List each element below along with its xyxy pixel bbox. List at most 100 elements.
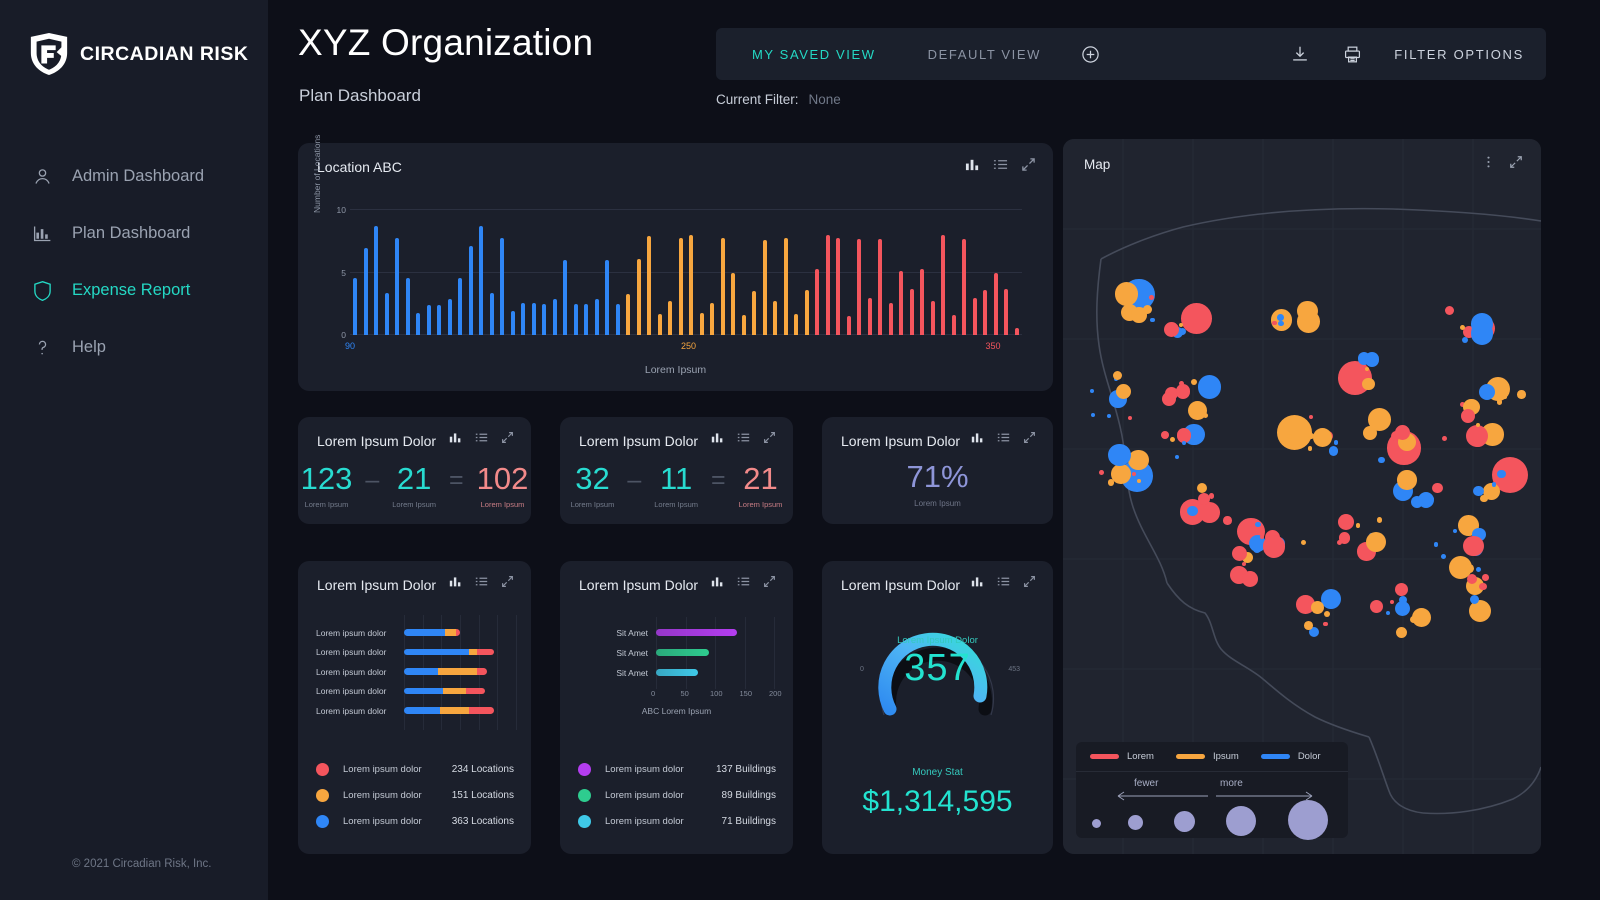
chart-bar[interactable] — [623, 210, 634, 335]
chart-bar[interactable] — [392, 210, 403, 335]
chart-bar[interactable] — [382, 210, 393, 335]
map-bubble[interactable] — [1307, 446, 1312, 451]
chart-bar[interactable] — [403, 210, 414, 335]
bar-row[interactable]: Sit Amet — [578, 623, 778, 643]
chart-bar[interactable] — [854, 210, 865, 335]
map-bubble[interactable] — [1397, 470, 1417, 490]
map-card[interactable]: Map Lorem Ipsum Dolor fewer more — [1063, 139, 1541, 854]
chart-bar[interactable] — [791, 210, 802, 335]
chart-bar[interactable] — [728, 210, 739, 335]
map-bubble[interactable] — [1478, 383, 1495, 401]
chart-bar[interactable] — [581, 210, 592, 335]
map-bubble[interactable] — [1410, 495, 1424, 508]
chart-bar[interactable] — [466, 210, 477, 335]
legend-item[interactable]: Lorem ipsum dolor 234 Locations — [316, 756, 514, 782]
chart-bar[interactable] — [434, 210, 445, 335]
tab-default-view[interactable]: DEFAULT VIEW — [928, 47, 1041, 62]
map-bubble[interactable] — [1197, 375, 1222, 399]
chart-bar[interactable] — [665, 210, 676, 335]
chart-bar[interactable] — [949, 210, 960, 335]
map-bubble[interactable] — [1127, 416, 1132, 421]
map-bubble[interactable] — [1460, 409, 1475, 424]
map-bubble[interactable] — [1161, 391, 1176, 406]
bar-row[interactable]: Lorem ipsum dolor — [316, 701, 516, 721]
chart-bar[interactable] — [613, 210, 624, 335]
chart-bar[interactable] — [938, 210, 949, 335]
chart-bar[interactable] — [875, 210, 886, 335]
expand-arrows-icon[interactable] — [1021, 157, 1036, 172]
map-bubble[interactable] — [1128, 449, 1149, 471]
expand-arrows-icon[interactable] — [501, 575, 514, 588]
chart-bar[interactable] — [970, 210, 981, 335]
filter-options-button[interactable]: FILTER OPTIONS — [1394, 47, 1524, 62]
map-bubble[interactable] — [1337, 514, 1354, 531]
map-bubble[interactable] — [1131, 472, 1136, 477]
bar-row[interactable]: Lorem ipsum dolor — [316, 662, 516, 682]
map-bubble[interactable] — [1242, 571, 1258, 588]
map-bubble[interactable] — [1389, 600, 1394, 605]
chart-bar[interactable] — [1001, 210, 1012, 335]
map-bubble[interactable] — [1321, 589, 1341, 609]
bar-chart-icon[interactable] — [965, 157, 980, 172]
map-bubble[interactable] — [1287, 433, 1292, 439]
chart-bar[interactable] — [350, 210, 361, 335]
map-bubble[interactable] — [1497, 469, 1506, 479]
map-bubble[interactable] — [1362, 377, 1375, 391]
bar-row[interactable]: Lorem ipsum dolor — [316, 623, 516, 643]
chart-bar[interactable] — [707, 210, 718, 335]
map-bubble[interactable] — [1255, 521, 1261, 528]
expand-arrows-icon[interactable] — [1023, 431, 1036, 444]
map-bubble[interactable] — [1223, 516, 1232, 525]
chart-bar[interactable] — [413, 210, 424, 335]
map-bubble[interactable] — [1148, 295, 1154, 301]
chart-bar[interactable] — [886, 210, 897, 335]
map-bubble[interactable] — [1164, 321, 1180, 337]
chart-bar[interactable] — [844, 210, 855, 335]
chart-bar[interactable] — [896, 210, 907, 335]
list-icon[interactable] — [997, 431, 1010, 444]
chart-bar[interactable] — [539, 210, 550, 335]
chart-bar[interactable] — [991, 210, 1002, 335]
chart-bar[interactable] — [361, 210, 372, 335]
chart-bar[interactable] — [812, 210, 823, 335]
bar-row[interactable]: Lorem ipsum dolor — [316, 682, 516, 702]
bar-row[interactable]: Sit Amet — [578, 643, 778, 663]
map-bubble[interactable] — [1409, 616, 1417, 624]
bar-row[interactable]: Lorem ipsum dolor — [316, 643, 516, 663]
legend-item[interactable]: Lorem ipsum dolor 151 Locations — [316, 782, 514, 808]
chart-bar[interactable] — [760, 210, 771, 335]
chart-bar[interactable] — [833, 210, 844, 335]
chart-bar[interactable] — [697, 210, 708, 335]
map-bubble[interactable] — [1324, 610, 1331, 617]
chart-bar[interactable] — [959, 210, 970, 335]
map-bubble[interactable] — [1114, 282, 1139, 306]
chart-bar[interactable] — [802, 210, 813, 335]
chart-bar[interactable] — [644, 210, 655, 335]
map-bubble[interactable] — [1231, 545, 1247, 561]
map-bubble[interactable] — [1517, 390, 1526, 399]
bar-chart-icon[interactable] — [971, 431, 984, 444]
map-bubble[interactable] — [1160, 431, 1169, 440]
chart-bar[interactable] — [907, 210, 918, 335]
map-bubble[interactable] — [1491, 482, 1497, 487]
map-bubble[interactable] — [1262, 535, 1286, 558]
chart-bar[interactable] — [508, 210, 519, 335]
map-bubble[interactable] — [1328, 446, 1339, 456]
map-bubble[interactable] — [1333, 440, 1339, 445]
map-bubble[interactable] — [1364, 352, 1380, 367]
map-bubble[interactable] — [1117, 386, 1123, 392]
chart-bar[interactable] — [676, 210, 687, 335]
map-bubble[interactable] — [1323, 621, 1328, 627]
legend-item[interactable]: Lorem ipsum dolor 363 Locations — [316, 808, 514, 834]
chart-bar[interactable] — [686, 210, 697, 335]
map-bubble[interactable] — [1106, 413, 1111, 418]
map-bubble[interactable] — [1297, 300, 1318, 322]
chart-bar[interactable] — [497, 210, 508, 335]
map-bubble[interactable] — [1300, 540, 1306, 546]
bar-chart-icon[interactable] — [449, 431, 462, 444]
bar-chart-icon[interactable] — [711, 575, 724, 588]
map-bubble[interactable] — [1276, 414, 1313, 450]
list-icon[interactable] — [737, 575, 750, 588]
map-bubble[interactable] — [1366, 531, 1387, 552]
expand-arrows-icon[interactable] — [501, 431, 514, 444]
